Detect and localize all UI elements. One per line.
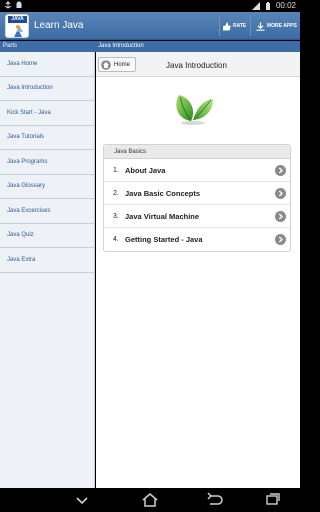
list-item-label: Java Virtual Machine [125, 211, 200, 221]
leaf-icon [176, 95, 213, 125]
home-icon[interactable] [140, 492, 160, 508]
app-icon-badge: JAVA [8, 16, 27, 23]
home-button-label: Home [114, 61, 131, 68]
sidebar-item-label: Java Introduction [7, 85, 53, 92]
sidebar-item-java-quiz[interactable]: Java Quiz [0, 224, 94, 248]
sidebar-item-java-programs[interactable]: Java Programs [0, 150, 94, 175]
list-item-java-basic-concepts[interactable]: 2. Java Basic Concepts [104, 182, 290, 205]
chevron-right-icon [275, 188, 286, 199]
sidebar-item-java-introduction[interactable]: Java Introduction [0, 77, 94, 101]
home-button[interactable]: Home [98, 57, 136, 72]
list-item-java-virtual-machine[interactable]: 3. Java Virtual Machine [104, 205, 290, 228]
sidebar: Java Home Java Introduction Kick Start -… [0, 52, 95, 488]
more-apps-button[interactable]: MORE APPS [256, 16, 297, 36]
app-title: Learn Java [34, 20, 84, 31]
page-title: Java Introduction [166, 61, 227, 70]
sidebar-item-label: Java Extra [7, 256, 36, 263]
chevron-right-icon [275, 211, 286, 222]
more-apps-label: MORE APPS [267, 23, 297, 29]
sidebar-item-java-extra[interactable]: Java Extra [0, 248, 94, 273]
recent-apps-icon[interactable] [263, 492, 283, 508]
list-item-getting-started[interactable]: 4. Getting Started - Java [104, 228, 290, 251]
status-bar: 00:02 [0, 0, 300, 12]
sidebar-item-label: Java Tutorials [7, 134, 45, 141]
sidebar-item-label: Java Excercises [7, 207, 51, 214]
list-item-number: 4. [113, 236, 119, 243]
battery-icon [265, 1, 270, 10]
chevron-right-icon [275, 165, 286, 176]
sidebar-item-label: Java Programs [7, 158, 48, 165]
list-item-label: About Java [125, 165, 166, 175]
list-item-label: Java Basic Concepts [125, 188, 201, 198]
list-item-number: 1. [113, 166, 119, 174]
sidebar-item-label: Java Home [7, 60, 38, 67]
sidebar-item-java-excercises[interactable]: Java Excercises [0, 199, 94, 224]
section-header-strip: Parts Java Introduction [0, 41, 300, 52]
sidebar-item-label: Kick Start - Java [7, 109, 51, 116]
home-icon [101, 59, 111, 70]
sidebar-item-label: Java Glossary [7, 183, 46, 190]
list-item-about-java[interactable]: 1. About Java [104, 159, 290, 182]
main-header: Home Java Introduction [96, 52, 300, 77]
list-item-number: 2. [113, 189, 119, 197]
current-section-label: Java Introduction [98, 43, 144, 49]
java-basics-list: Java Basics 1. About Java 2. Java Basic … [103, 144, 291, 252]
sidebar-item-java-tutorials[interactable]: Java Tutorials [0, 126, 94, 150]
action-divider [250, 16, 251, 36]
thumbs-up-icon [223, 22, 231, 30]
action-bar: JAVA Learn Java RATE MORE APPS [0, 12, 300, 40]
download-icon [256, 22, 265, 31]
list-item-number: 3. [113, 212, 119, 220]
chevron-right-icon [275, 234, 286, 245]
list-header: Java Basics [104, 145, 290, 159]
status-time: 00:02 [275, 1, 296, 10]
list-item-label: Getting Started - Java [125, 235, 203, 244]
sidebar-item-kick-start[interactable]: Kick Start - Java [0, 101, 94, 126]
action-divider [219, 16, 220, 36]
rate-button[interactable]: RATE [222, 16, 246, 36]
chevron-down-icon[interactable] [72, 492, 92, 508]
usb-icon [4, 1, 12, 9]
parts-label: Parts [3, 43, 18, 49]
java-logo-icon [14, 25, 23, 37]
back-icon[interactable] [205, 492, 225, 508]
system-nav-bar [0, 488, 300, 512]
android-icon [16, 1, 22, 8]
sidebar-item-label: Java Quiz [7, 232, 34, 239]
main-content: Home Java Introduction Java Basics 1. Ab… [96, 52, 300, 488]
signal-icon [251, 1, 260, 10]
sidebar-item-java-glossary[interactable]: Java Glossary [0, 175, 94, 199]
app-icon[interactable]: JAVA [5, 14, 29, 38]
sidebar-item-java-home[interactable]: Java Home [0, 52, 94, 77]
rate-label: RATE [233, 23, 247, 29]
